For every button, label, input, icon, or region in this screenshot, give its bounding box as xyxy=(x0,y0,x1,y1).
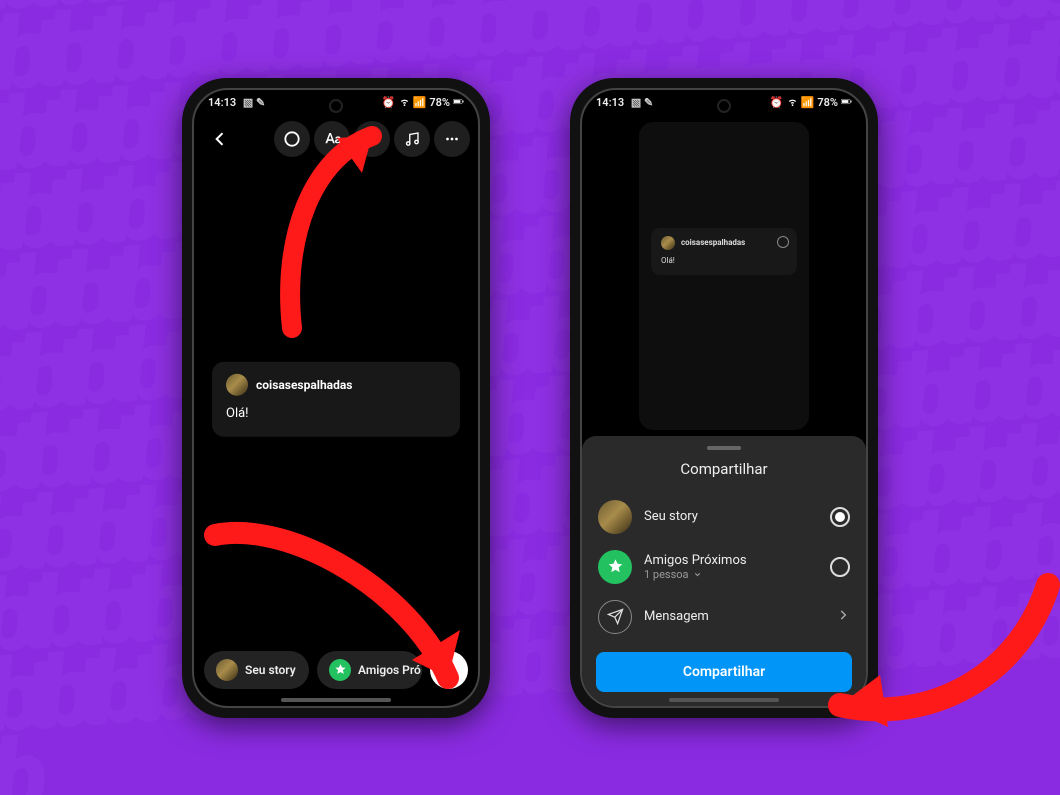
send-icon xyxy=(598,600,632,634)
story-preview[interactable]: coisasespalhadas Olá! xyxy=(639,122,809,430)
status-time: 14:13 xyxy=(596,96,624,109)
close-friends-icon xyxy=(329,659,351,681)
note-username: coisasespalhadas xyxy=(681,238,745,247)
status-battery-icon xyxy=(841,96,852,110)
editor-bottom-row: Seu story Amigos Pró... xyxy=(194,644,478,706)
text-tool-button[interactable] xyxy=(314,121,350,157)
status-signal-icon: 📶 xyxy=(801,96,815,109)
note-avatar xyxy=(661,236,675,250)
option-close-friends[interactable]: Amigos Próximos 1 pessoa xyxy=(596,542,852,592)
draw-tool-button[interactable] xyxy=(274,121,310,157)
your-story-label: Seu story xyxy=(245,663,296,677)
home-indicator[interactable] xyxy=(669,698,779,702)
status-app-icons: ▧ ✎ xyxy=(243,96,265,109)
story-canvas[interactable]: coisasespalhadas Olá! xyxy=(194,162,478,644)
avatar-icon xyxy=(216,659,238,681)
share-button[interactable]: Compartilhar xyxy=(596,652,852,692)
status-battery-text: 78% xyxy=(817,96,838,109)
front-camera xyxy=(717,99,731,113)
clip-icon xyxy=(777,236,789,248)
note-text: Olá! xyxy=(226,405,446,420)
status-time: 14:13 xyxy=(208,96,236,109)
note-avatar xyxy=(226,373,248,395)
option-label: Seu story xyxy=(644,509,818,524)
chevron-right-icon xyxy=(836,607,850,626)
next-button[interactable] xyxy=(430,651,468,689)
sheet-handle[interactable] xyxy=(707,446,741,450)
front-camera xyxy=(329,99,343,113)
phone-left: 14:13 ▧ ✎ ⏰ 📶 78% xyxy=(182,78,490,718)
your-story-pill[interactable]: Seu story xyxy=(204,651,309,689)
more-tools-button[interactable] xyxy=(434,121,470,157)
note-sticker-preview: coisasespalhadas Olá! xyxy=(651,228,797,275)
note-username: coisasespalhadas xyxy=(256,377,352,391)
close-friends-icon xyxy=(598,550,632,584)
status-app-icons: ▧ ✎ xyxy=(631,96,653,109)
close-friends-pill[interactable]: Amigos Pró... xyxy=(317,651,422,689)
note-sticker[interactable]: coisasespalhadas Olá! xyxy=(212,361,460,436)
option-label: Mensagem xyxy=(644,609,824,624)
close-friends-label: Amigos Pró... xyxy=(358,663,422,677)
status-battery-text: 78% xyxy=(429,96,450,109)
phone-right: 14:13 ▧ ✎ ⏰ 📶 78% xyxy=(570,78,878,718)
share-button-label: Compartilhar xyxy=(683,664,765,680)
avatar-icon xyxy=(598,500,632,534)
option-subtitle[interactable]: 1 pessoa xyxy=(644,568,818,581)
status-alarm-icon: ⏰ xyxy=(382,96,396,109)
option-your-story[interactable]: Seu story xyxy=(596,492,852,542)
status-wifi-icon xyxy=(399,96,410,110)
home-indicator[interactable] xyxy=(281,698,391,702)
status-wifi-icon xyxy=(787,96,798,110)
status-alarm-icon: ⏰ xyxy=(770,96,784,109)
back-button[interactable] xyxy=(202,121,238,157)
option-label: Amigos Próximos xyxy=(644,553,818,568)
share-sheet: Compartilhar Seu story Amigos P xyxy=(582,436,866,706)
option-message[interactable]: Mensagem xyxy=(596,592,852,642)
chevron-down-icon xyxy=(693,570,702,579)
story-preview-area: coisasespalhadas Olá! xyxy=(582,116,866,436)
sheet-title: Compartilhar xyxy=(596,460,852,478)
status-signal-icon: 📶 xyxy=(413,96,427,109)
editor-toolbar xyxy=(194,116,478,162)
note-text: Olá! xyxy=(661,256,787,265)
sticker-tool-button[interactable] xyxy=(354,121,390,157)
music-tool-button[interactable] xyxy=(394,121,430,157)
status-battery-icon xyxy=(453,96,464,110)
radio-unselected-icon[interactable] xyxy=(830,557,850,577)
radio-selected-icon[interactable] xyxy=(830,507,850,527)
